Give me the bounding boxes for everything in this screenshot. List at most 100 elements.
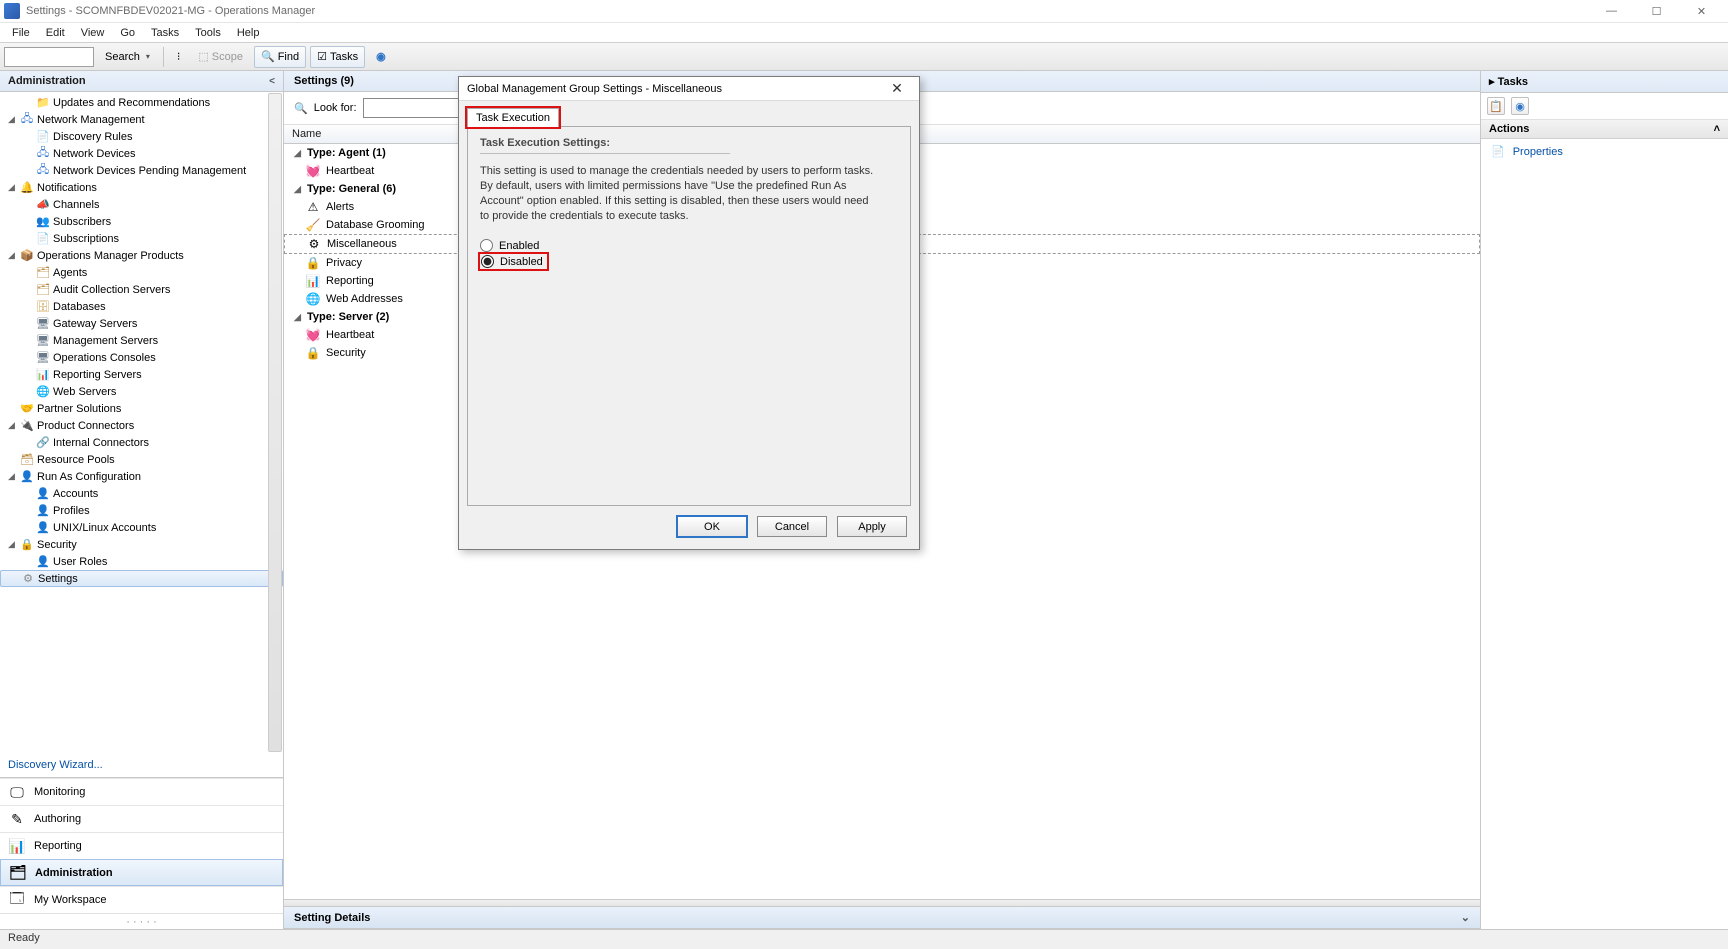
- tree-item[interactable]: 🌐Web Servers: [0, 383, 283, 400]
- toolbar-find-button[interactable]: 🔍 Find: [254, 46, 306, 68]
- section-underline: [480, 153, 730, 154]
- menubar: File Edit View Go Tasks Tools Help: [0, 23, 1728, 43]
- chevron-down-icon[interactable]: ⌄: [1461, 911, 1470, 924]
- discovery-wizard-link[interactable]: Discovery Wizard...: [0, 753, 283, 777]
- tree-item[interactable]: 👤Profiles: [0, 502, 283, 519]
- tree-twisty[interactable]: ◢: [6, 182, 17, 193]
- tree-icon: ⚙: [21, 572, 35, 586]
- wunderbar-item[interactable]: 🗂Administration: [0, 859, 283, 886]
- toolbar-search-input[interactable]: [4, 47, 94, 67]
- tree-item[interactable]: ◢🖧Network Management: [0, 111, 283, 128]
- wunderbar-item[interactable]: ✎Authoring: [0, 805, 283, 832]
- toolbar-tasks-button[interactable]: ☑ Tasks: [310, 46, 365, 68]
- toolbar-help-button[interactable]: ◉: [369, 46, 393, 68]
- tree-twisty[interactable]: ◢: [6, 420, 17, 431]
- list-item-icon: 🌐: [306, 292, 320, 306]
- menu-edit[interactable]: Edit: [38, 25, 73, 41]
- cancel-button[interactable]: Cancel: [757, 516, 827, 537]
- tree-item[interactable]: 🤝Partner Solutions: [0, 400, 283, 417]
- minimize-button[interactable]: —: [1589, 0, 1634, 22]
- splitter[interactable]: [284, 899, 1480, 907]
- tree-item[interactable]: 🖥Operations Consoles: [0, 349, 283, 366]
- radio-enabled-input[interactable]: [480, 239, 493, 252]
- nav-header[interactable]: Administration <: [0, 71, 283, 92]
- collapse-icon[interactable]: <: [269, 76, 275, 87]
- nav-tree[interactable]: 📁Updates and Recommendations◢🖧Network Ma…: [0, 92, 283, 753]
- tree-twisty[interactable]: ◢: [6, 250, 17, 261]
- apply-button[interactable]: Apply: [837, 516, 907, 537]
- action-properties[interactable]: 📄 Properties: [1481, 139, 1728, 164]
- tree-icon: 🖥: [36, 334, 50, 348]
- tree-label: Partner Solutions: [37, 403, 121, 415]
- radio-disabled-input[interactable]: [481, 255, 494, 268]
- wunderbar-item[interactable]: 🖵Monitoring: [0, 778, 283, 805]
- tree-item[interactable]: ◢👤Run As Configuration: [0, 468, 283, 485]
- tree-twisty[interactable]: ◢: [6, 114, 17, 125]
- tree-item[interactable]: 👥Subscribers: [0, 213, 283, 230]
- tasks-icon-1[interactable]: 📋: [1487, 97, 1505, 115]
- toolbar-scope-button[interactable]: ⬚ Scope: [191, 46, 250, 68]
- tree-label: Subscribers: [53, 216, 111, 228]
- tree-icon: 🖧: [20, 113, 34, 127]
- group-twisty[interactable]: ◢: [292, 184, 303, 195]
- tree-item[interactable]: 🖧Network Devices: [0, 145, 283, 162]
- tree-item[interactable]: ◢🔔Notifications: [0, 179, 283, 196]
- tree-item[interactable]: 🖥Management Servers: [0, 332, 283, 349]
- tree-item[interactable]: ◢🔒Security: [0, 536, 283, 553]
- tree-item[interactable]: 🗄Databases: [0, 298, 283, 315]
- tab-task-execution[interactable]: Task Execution: [467, 108, 559, 127]
- tree-item[interactable]: ◢🔌Product Connectors: [0, 417, 283, 434]
- tree-item[interactable]: 🗃Resource Pools: [0, 451, 283, 468]
- tree-item[interactable]: 📁Updates and Recommendations: [0, 94, 283, 111]
- tree-label: Reporting Servers: [53, 369, 142, 381]
- menu-go[interactable]: Go: [112, 25, 143, 41]
- tree-label: Profiles: [53, 505, 90, 517]
- menu-tools[interactable]: Tools: [187, 25, 229, 41]
- details-header[interactable]: Setting Details ⌄: [284, 907, 1480, 929]
- menu-tasks[interactable]: Tasks: [143, 25, 187, 41]
- group-twisty[interactable]: ◢: [292, 312, 303, 323]
- tree-label: Management Servers: [53, 335, 158, 347]
- tree-item[interactable]: 📊Reporting Servers: [0, 366, 283, 383]
- toolbar-search-button[interactable]: Search: [98, 46, 157, 68]
- group-twisty[interactable]: ◢: [292, 148, 303, 159]
- toolbar: Search ⁝ ⬚ Scope 🔍 Find ☑ Tasks ◉: [0, 43, 1728, 71]
- menu-file[interactable]: File: [4, 25, 38, 41]
- tree-item[interactable]: 🗂Agents: [0, 264, 283, 281]
- actions-header[interactable]: Actions ˄: [1481, 120, 1728, 139]
- menu-help[interactable]: Help: [229, 25, 268, 41]
- tree-item[interactable]: 📄Subscriptions: [0, 230, 283, 247]
- tree-item[interactable]: 🖧Network Devices Pending Management: [0, 162, 283, 179]
- lookfor-input[interactable]: [363, 98, 473, 118]
- tree-label: Resource Pools: [37, 454, 115, 466]
- tree-item[interactable]: 🔗Internal Connectors: [0, 434, 283, 451]
- tree-twisty[interactable]: ◢: [6, 471, 17, 482]
- tasks-header: ▸ Tasks: [1481, 71, 1728, 93]
- tree-item[interactable]: 👤User Roles: [0, 553, 283, 570]
- dialog-titlebar[interactable]: Global Management Group Settings - Misce…: [459, 77, 919, 101]
- tree-item[interactable]: 📣Channels: [0, 196, 283, 213]
- dialog-close-button[interactable]: ✕: [883, 80, 911, 97]
- maximize-button[interactable]: ☐: [1634, 0, 1679, 22]
- menu-view[interactable]: View: [73, 25, 113, 41]
- wunderbar-overflow[interactable]: · · · · ·: [0, 913, 283, 929]
- toolbar-overflow[interactable]: ⁝: [170, 46, 188, 68]
- tree-icon: 🖥: [36, 317, 50, 331]
- tree-item[interactable]: 📄Discovery Rules: [0, 128, 283, 145]
- wunderbar-item[interactable]: 📊Reporting: [0, 832, 283, 859]
- tree-item[interactable]: ◢📦Operations Manager Products: [0, 247, 283, 264]
- tree-item[interactable]: 🗂Audit Collection Servers: [0, 281, 283, 298]
- tree-twisty[interactable]: ◢: [6, 539, 17, 550]
- ok-button[interactable]: OK: [677, 516, 747, 537]
- tree-item[interactable]: 👤Accounts: [0, 485, 283, 502]
- radio-disabled[interactable]: Disabled: [480, 254, 547, 269]
- tree-item[interactable]: 👤UNIX/Linux Accounts: [0, 519, 283, 536]
- tasks-help-icon[interactable]: ◉: [1511, 97, 1529, 115]
- tree-item[interactable]: ⚙Settings: [0, 570, 283, 587]
- wunderbar-item[interactable]: 🗔My Workspace: [0, 886, 283, 913]
- radio-enabled[interactable]: Enabled: [480, 237, 898, 254]
- tree-item[interactable]: 🖥Gateway Servers: [0, 315, 283, 332]
- close-button[interactable]: ✕: [1679, 0, 1724, 22]
- group-title: Type: Server (2): [307, 311, 389, 323]
- tree-icon: 🖧: [36, 147, 50, 161]
